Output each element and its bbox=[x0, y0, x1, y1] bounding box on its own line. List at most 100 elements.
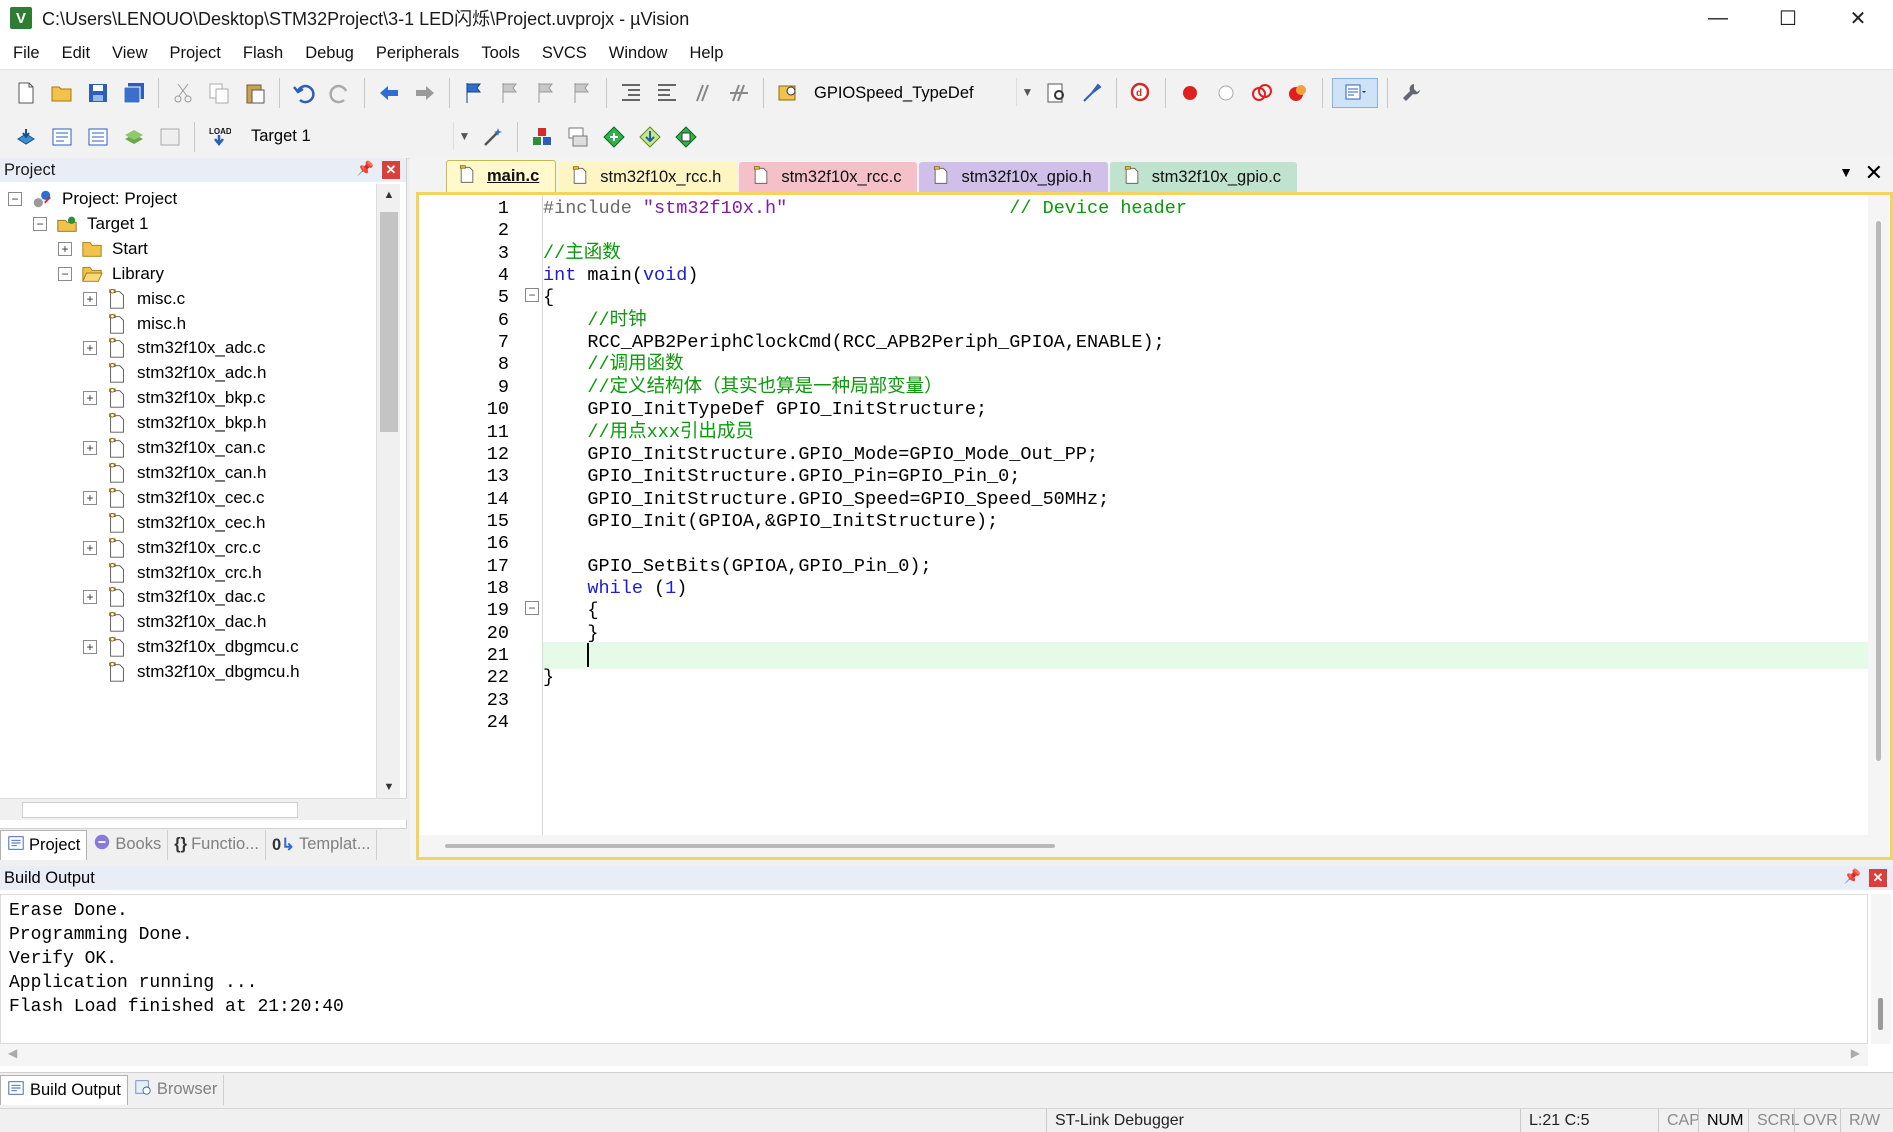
close-tab-button[interactable]: ✕ bbox=[1865, 160, 1883, 186]
scroll-thumb[interactable] bbox=[380, 212, 398, 432]
tab-templat[interactable]: 0↳ Templat... bbox=[266, 829, 378, 860]
scroll-left-icon[interactable]: ◀ bbox=[8, 1046, 17, 1060]
find-combo[interactable]: GPIOSpeed_TypeDef ▼ bbox=[806, 78, 1038, 108]
configure-button[interactable] bbox=[1397, 78, 1427, 108]
maximize-button[interactable]: ☐ bbox=[1753, 0, 1823, 36]
scroll-down-icon[interactable]: ▼ bbox=[377, 776, 401, 798]
pack-installer-button[interactable] bbox=[635, 122, 665, 152]
expand-icon[interactable]: + bbox=[83, 540, 97, 555]
menu-debug[interactable]: Debug bbox=[294, 36, 365, 70]
comment-button[interactable] bbox=[688, 78, 718, 108]
menu-window[interactable]: Window bbox=[598, 36, 679, 70]
options-for-target-button[interactable] bbox=[478, 122, 508, 152]
menu-flash[interactable]: Flash bbox=[232, 36, 294, 70]
close-panel-button[interactable]: ✕ bbox=[382, 161, 400, 179]
build-output-hscrollbar[interactable]: ◀ ▶ bbox=[0, 1044, 1868, 1066]
editor-vscrollbar[interactable] bbox=[1868, 195, 1890, 835]
open-file-button[interactable] bbox=[47, 78, 77, 108]
collapse-icon[interactable]: − bbox=[8, 192, 22, 206]
expand-icon[interactable]: + bbox=[58, 241, 72, 256]
menu-file[interactable]: File bbox=[2, 36, 51, 70]
unindent-button[interactable] bbox=[652, 78, 682, 108]
incremental-find-button[interactable] bbox=[1077, 78, 1107, 108]
manage-components-button[interactable] bbox=[527, 122, 557, 152]
kill-all-breakpoints-button[interactable] bbox=[1283, 78, 1313, 108]
menu-tools[interactable]: Tools bbox=[470, 36, 531, 70]
copy-button[interactable] bbox=[204, 78, 234, 108]
redo-button[interactable] bbox=[325, 78, 355, 108]
bookmark-toggle-button[interactable] bbox=[459, 78, 489, 108]
target-select[interactable]: Target 1 ▼ bbox=[243, 121, 475, 152]
rebuild-button[interactable] bbox=[83, 122, 113, 152]
menu-edit[interactable]: Edit bbox=[51, 36, 101, 70]
tab-browser[interactable]: Browser bbox=[128, 1074, 225, 1105]
scroll-thumb[interactable] bbox=[1878, 998, 1883, 1030]
build-button[interactable] bbox=[47, 122, 77, 152]
find-in-files-button[interactable] bbox=[773, 78, 803, 108]
pin-icon[interactable]: 📌 bbox=[1844, 868, 1861, 885]
menu-view[interactable]: View bbox=[101, 36, 158, 70]
editor-tab[interactable]: stm32f10x_rcc.c bbox=[739, 162, 918, 192]
select-software-packs-button[interactable] bbox=[599, 122, 629, 152]
new-file-button[interactable] bbox=[11, 78, 41, 108]
build-output-vscrollbar[interactable] bbox=[1871, 894, 1891, 1044]
start-debug-button[interactable]: d bbox=[1126, 78, 1156, 108]
menu-project[interactable]: Project bbox=[159, 36, 232, 70]
menu-peripherals[interactable]: Peripherals bbox=[365, 36, 470, 70]
expand-icon[interactable]: + bbox=[83, 291, 97, 306]
tab-build-output[interactable]: Build Output bbox=[0, 1074, 128, 1105]
editor-hscrollbar[interactable] bbox=[419, 835, 1890, 857]
paste-button[interactable] bbox=[240, 78, 270, 108]
code-text[interactable]: #include "stm32f10x.h" // Device header /… bbox=[543, 195, 1873, 835]
close-window-button[interactable]: ✕ bbox=[1823, 0, 1893, 36]
batch-build-button[interactable] bbox=[119, 122, 149, 152]
collapse-icon[interactable]: − bbox=[33, 216, 47, 231]
chevron-down-icon[interactable]: ▼ bbox=[453, 121, 475, 150]
scroll-thumb[interactable] bbox=[1876, 221, 1881, 761]
scroll-thumb[interactable] bbox=[22, 802, 298, 818]
scroll-thumb[interactable] bbox=[445, 844, 1055, 848]
tree-item[interactable]: stm32f10x_dbgmcu.h bbox=[83, 657, 300, 687]
build-output-text[interactable]: Erase Done. Programming Done. Verify OK. Ap… bbox=[0, 894, 1868, 1044]
expand-icon[interactable]: + bbox=[83, 441, 97, 455]
pin-icon[interactable]: 📌 bbox=[357, 160, 374, 177]
expand-icon[interactable]: + bbox=[83, 490, 97, 505]
tab-list-chevron-icon[interactable]: ▼ bbox=[1839, 164, 1853, 180]
chevron-down-icon[interactable]: ▼ bbox=[1016, 78, 1038, 106]
expand-icon[interactable]: + bbox=[83, 391, 97, 406]
indent-button[interactable] bbox=[616, 78, 646, 108]
editor-tab[interactable]: stm32f10x_gpio.c bbox=[1109, 162, 1298, 192]
tab-project[interactable]: Project bbox=[0, 829, 88, 860]
expand-icon[interactable]: + bbox=[83, 341, 97, 356]
close-panel-button[interactable]: ✕ bbox=[1869, 869, 1887, 887]
code-editor[interactable]: 1 2 3 4 5 6 7 8 9 10 11 12 13 14 15 16 17 18 19 20 21 22 23 24 … bbox=[416, 192, 1893, 860]
fold-collapse-icon[interactable]: − bbox=[525, 601, 539, 616]
undo-button[interactable] bbox=[289, 78, 319, 108]
minimize-button[interactable]: — bbox=[1683, 0, 1753, 36]
scroll-up-icon[interactable]: ▲ bbox=[377, 184, 401, 206]
project-tree-hscrollbar[interactable] bbox=[0, 798, 407, 820]
collapse-icon[interactable]: − bbox=[58, 266, 72, 281]
save-button[interactable] bbox=[83, 78, 113, 108]
editor-tab[interactable]: main.c bbox=[446, 160, 557, 192]
save-all-button[interactable] bbox=[119, 78, 149, 108]
scroll-right-icon[interactable]: ▶ bbox=[1851, 1046, 1860, 1060]
uncomment-button[interactable] bbox=[724, 78, 754, 108]
insert-breakpoint-button[interactable] bbox=[1175, 78, 1205, 108]
window-layout-button[interactable] bbox=[1332, 78, 1378, 108]
stop-build-button[interactable] bbox=[155, 122, 185, 152]
rte-config-button[interactable] bbox=[671, 122, 701, 152]
project-tree-vscrollbar[interactable]: ▲ ▼ bbox=[376, 184, 400, 798]
fold-collapse-icon[interactable]: − bbox=[525, 288, 539, 303]
tab-books[interactable]: Books bbox=[87, 829, 169, 860]
download-button[interactable]: LOAD bbox=[204, 122, 234, 152]
disable-all-breakpoints-button[interactable] bbox=[1247, 78, 1277, 108]
editor-tab[interactable]: stm32f10x_gpio.h bbox=[919, 162, 1108, 192]
find-button[interactable] bbox=[1041, 78, 1071, 108]
editor-tab[interactable]: stm32f10x_rcc.h bbox=[558, 162, 738, 192]
cut-button[interactable] bbox=[168, 78, 198, 108]
expand-icon[interactable]: + bbox=[83, 640, 97, 655]
menu-svcs[interactable]: SVCS bbox=[531, 36, 598, 70]
enable-breakpoint-button[interactable] bbox=[1211, 78, 1241, 108]
file-extensions-button[interactable] bbox=[563, 122, 593, 152]
